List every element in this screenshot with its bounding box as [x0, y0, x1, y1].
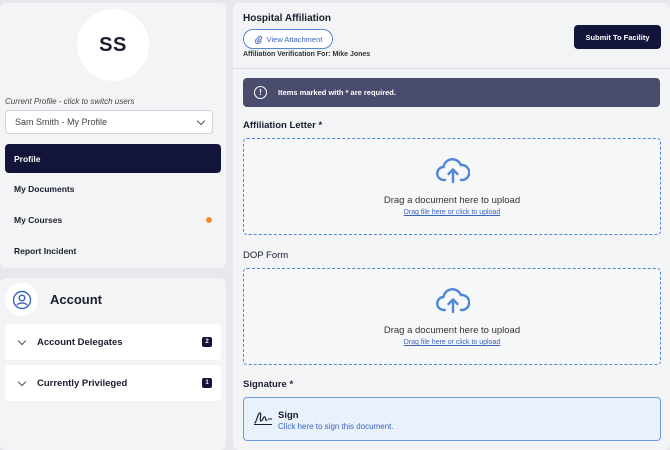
profile-switch-hint: Current Profile - click to switch users [5, 97, 135, 106]
account-card: Account Account Delegates 2 Currently Pr… [0, 278, 226, 450]
alert-circle-icon: ! [254, 86, 267, 99]
chevron-down-icon [17, 336, 27, 345]
panel-header: Hospital Affiliation View Attachment Aff… [233, 3, 670, 69]
avatar-initials: SS [99, 33, 127, 56]
profile-card: SS Current Profile - click to switch use… [0, 3, 226, 268]
accordion-label: Account Delegates [37, 336, 123, 348]
signature-label: Signature * [243, 379, 294, 390]
dropzone-text: Drag a document here to upload [383, 325, 521, 336]
account-header: Account [5, 283, 102, 316]
required-fields-alert: ! Items marked with * are required. [243, 78, 660, 107]
submit-to-facility-button[interactable]: Submit To Facility [574, 25, 661, 49]
paperclip-icon [254, 35, 262, 44]
dropzone-upload-link[interactable]: Drag file here or click to upload [244, 339, 660, 346]
sign-title: Sign [278, 410, 299, 421]
sidebar-item-my-documents[interactable]: My Documents [5, 173, 221, 204]
view-attachment-button[interactable]: View Attachment [243, 29, 333, 49]
chevron-down-icon [17, 377, 27, 386]
account-title: Account [50, 292, 102, 307]
profile-select-value: Sam Smith - My Profile [15, 117, 108, 127]
dropzone-text: Drag a document here to upload [383, 195, 521, 206]
sidebar-item-label: My Courses [14, 214, 63, 225]
left-sidebar: SS Current Profile - click to switch use… [0, 0, 228, 450]
currently-privileged-accordion[interactable]: Currently Privileged 1 [5, 365, 221, 401]
sidebar-item-profile[interactable]: Profile [5, 144, 221, 173]
dropzone-upload-link[interactable]: Drag file here or click to upload [244, 209, 660, 216]
accordion-label: Currently Privileged [37, 377, 128, 389]
profile-switcher-select[interactable]: Sam Smith - My Profile [5, 110, 213, 134]
sidebar-item-label: Profile [14, 153, 41, 164]
user-circle-icon [5, 283, 38, 316]
alert-text: Items marked with * are required. [278, 88, 396, 97]
signature-icon [254, 412, 272, 425]
cloud-upload-icon [436, 158, 470, 184]
main-panel: Hospital Affiliation View Attachment Aff… [233, 3, 670, 450]
affiliation-letter-dropzone[interactable]: Drag a document here to upload Drag file… [243, 138, 661, 235]
dop-form-label: DOP Form [243, 250, 289, 261]
sidebar-item-report-incident[interactable]: Report Incident [5, 235, 221, 266]
sign-link[interactable]: Click here to sign this document. [278, 422, 394, 431]
notification-dot [206, 216, 212, 223]
count-badge: 1 [202, 378, 212, 388]
affiliation-letter-label: Affiliation Letter * [243, 120, 323, 131]
sidebar-nav: Profile My Documents My Courses Report I… [5, 144, 221, 266]
count-badge: 2 [202, 337, 212, 347]
page-title: Hospital Affiliation [243, 13, 331, 24]
sidebar-item-label: My Documents [14, 183, 75, 194]
dop-form-dropzone[interactable]: Drag a document here to upload Drag file… [243, 268, 661, 365]
verification-text: Affiliation Verification For: Mike Jones [243, 51, 371, 58]
cloud-upload-icon [436, 288, 470, 314]
sign-document-box[interactable]: Sign Click here to sign this document. [243, 397, 661, 441]
chevron-down-icon [196, 116, 206, 125]
view-attachment-label: View Attachment [266, 34, 323, 44]
account-delegates-accordion[interactable]: Account Delegates 2 [5, 324, 221, 360]
sidebar-item-label: Report Incident [14, 245, 77, 256]
avatar: SS [77, 9, 149, 81]
sidebar-item-my-courses[interactable]: My Courses [5, 204, 221, 235]
